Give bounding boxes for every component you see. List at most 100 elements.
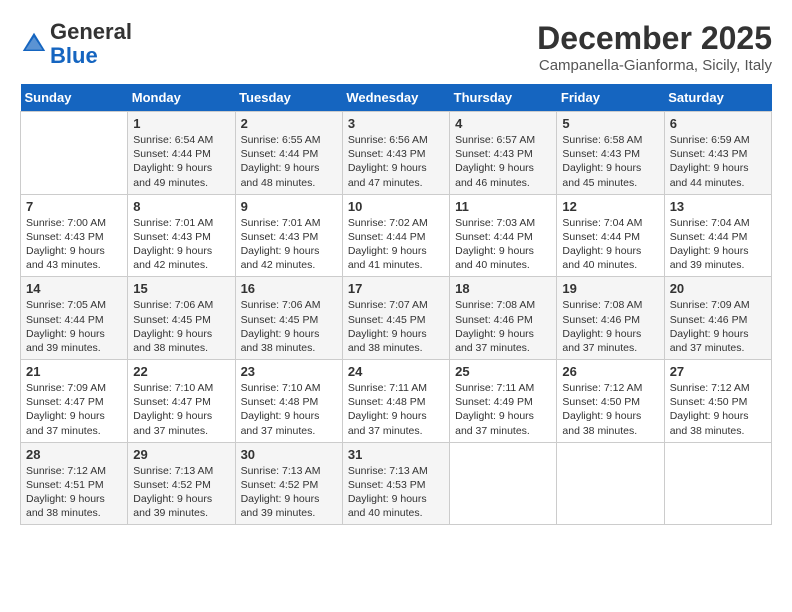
calendar-cell <box>450 442 557 525</box>
calendar-cell: 30Sunrise: 7:13 AM Sunset: 4:52 PM Dayli… <box>235 442 342 525</box>
day-number: 8 <box>133 199 229 214</box>
calendar-week-row: 7 Sunrise: 7:00 AM Sunset: 4:43 PM Daylig… <box>21 194 772 277</box>
day-info: Sunrise: 7:11 AM Sunset: 4:48 PM Dayligh… <box>348 381 444 438</box>
day-info: Sunrise: 7:02 AM Sunset: 4:44 PM Dayligh… <box>348 216 444 273</box>
calendar-cell: 28 Sunrise: 7:12 AM Sunset: 4:51 PM Dayli… <box>21 442 128 525</box>
title-block: December 2025 Campanella-Gianforma, Sici… <box>537 20 772 74</box>
day-number: 15 <box>133 281 229 296</box>
day-info: Sunrise: 7:08 AM Sunset: 4:46 PM Dayligh… <box>455 298 551 355</box>
day-number: 30 <box>241 447 337 462</box>
calendar-cell: 21 Sunrise: 7:09 AM Sunset: 4:47 PM Dayli… <box>21 360 128 443</box>
calendar-cell: 17 Sunrise: 7:07 AM Sunset: 4:45 PM Dayli… <box>342 277 449 360</box>
calendar-cell: 27Sunrise: 7:12 AM Sunset: 4:50 PM Dayli… <box>664 360 771 443</box>
day-info: Sunrise: 7:09 AM Sunset: 4:47 PM Dayligh… <box>26 381 122 438</box>
calendar-body: 1 Sunrise: 6:54 AM Sunset: 4:44 PM Daylig… <box>21 112 772 525</box>
logo-text: General Blue <box>50 20 132 68</box>
weekday-header-wednesday: Wednesday <box>342 84 449 112</box>
day-info: Sunrise: 7:07 AM Sunset: 4:45 PM Dayligh… <box>348 298 444 355</box>
day-info: Sunrise: 7:01 AM Sunset: 4:43 PM Dayligh… <box>133 216 229 273</box>
day-number: 25 <box>455 364 551 379</box>
day-info: Sunrise: 7:05 AM Sunset: 4:44 PM Dayligh… <box>26 298 122 355</box>
day-info: Sunrise: 6:54 AM Sunset: 4:44 PM Dayligh… <box>133 133 229 190</box>
day-number: 3 <box>348 116 444 131</box>
calendar-cell: 10 Sunrise: 7:02 AM Sunset: 4:44 PM Dayli… <box>342 194 449 277</box>
weekday-header-friday: Friday <box>557 84 664 112</box>
calendar-cell <box>21 112 128 195</box>
calendar-cell: 14 Sunrise: 7:05 AM Sunset: 4:44 PM Dayli… <box>21 277 128 360</box>
day-number: 21 <box>26 364 122 379</box>
day-info: Sunrise: 7:13 AM Sunset: 4:52 PM Dayligh… <box>133 464 229 521</box>
day-number: 2 <box>241 116 337 131</box>
weekday-header-tuesday: Tuesday <box>235 84 342 112</box>
calendar-cell: 8 Sunrise: 7:01 AM Sunset: 4:43 PM Daylig… <box>128 194 235 277</box>
month-title: December 2025 <box>537 20 772 57</box>
weekday-header-saturday: Saturday <box>664 84 771 112</box>
page-header: General Blue December 2025 Campanella-Gi… <box>20 20 772 74</box>
weekday-header-thursday: Thursday <box>450 84 557 112</box>
day-info: Sunrise: 7:10 AM Sunset: 4:48 PM Dayligh… <box>241 381 337 438</box>
calendar-week-row: 14 Sunrise: 7:05 AM Sunset: 4:44 PM Dayli… <box>21 277 772 360</box>
calendar-cell: 16 Sunrise: 7:06 AM Sunset: 4:45 PM Dayli… <box>235 277 342 360</box>
day-number: 28 <box>26 447 122 462</box>
day-info: Sunrise: 6:57 AM Sunset: 4:43 PM Dayligh… <box>455 133 551 190</box>
calendar-cell: 1 Sunrise: 6:54 AM Sunset: 4:44 PM Daylig… <box>128 112 235 195</box>
day-number: 14 <box>26 281 122 296</box>
day-number: 1 <box>133 116 229 131</box>
calendar-cell: 4 Sunrise: 6:57 AM Sunset: 4:43 PM Daylig… <box>450 112 557 195</box>
calendar-week-row: 21 Sunrise: 7:09 AM Sunset: 4:47 PM Dayli… <box>21 360 772 443</box>
day-number: 6 <box>670 116 766 131</box>
day-number: 19 <box>562 281 658 296</box>
day-info: Sunrise: 7:10 AM Sunset: 4:47 PM Dayligh… <box>133 381 229 438</box>
calendar-week-row: 1 Sunrise: 6:54 AM Sunset: 4:44 PM Daylig… <box>21 112 772 195</box>
day-info: Sunrise: 7:09 AM Sunset: 4:46 PM Dayligh… <box>670 298 766 355</box>
day-info: Sunrise: 7:06 AM Sunset: 4:45 PM Dayligh… <box>133 298 229 355</box>
day-info: Sunrise: 7:00 AM Sunset: 4:43 PM Dayligh… <box>26 216 122 273</box>
calendar-cell: 20Sunrise: 7:09 AM Sunset: 4:46 PM Dayli… <box>664 277 771 360</box>
day-info: Sunrise: 7:12 AM Sunset: 4:51 PM Dayligh… <box>26 464 122 521</box>
day-number: 29 <box>133 447 229 462</box>
weekday-header-sunday: Sunday <box>21 84 128 112</box>
logo-icon <box>20 30 48 58</box>
calendar-cell: 7 Sunrise: 7:00 AM Sunset: 4:43 PM Daylig… <box>21 194 128 277</box>
day-number: 7 <box>26 199 122 214</box>
day-info: Sunrise: 7:04 AM Sunset: 4:44 PM Dayligh… <box>562 216 658 273</box>
day-number: 23 <box>241 364 337 379</box>
day-number: 18 <box>455 281 551 296</box>
day-number: 12 <box>562 199 658 214</box>
calendar-cell: 9 Sunrise: 7:01 AM Sunset: 4:43 PM Daylig… <box>235 194 342 277</box>
calendar-cell: 6Sunrise: 6:59 AM Sunset: 4:43 PM Daylig… <box>664 112 771 195</box>
day-number: 24 <box>348 364 444 379</box>
calendar-cell: 22Sunrise: 7:10 AM Sunset: 4:47 PM Dayli… <box>128 360 235 443</box>
day-number: 16 <box>241 281 337 296</box>
day-number: 26 <box>562 364 658 379</box>
calendar-cell: 31Sunrise: 7:13 AM Sunset: 4:53 PM Dayli… <box>342 442 449 525</box>
day-number: 13 <box>670 199 766 214</box>
day-number: 5 <box>562 116 658 131</box>
day-number: 10 <box>348 199 444 214</box>
day-info: Sunrise: 7:08 AM Sunset: 4:46 PM Dayligh… <box>562 298 658 355</box>
calendar-cell: 29 Sunrise: 7:13 AM Sunset: 4:52 PM Dayli… <box>128 442 235 525</box>
calendar-cell: 15 Sunrise: 7:06 AM Sunset: 4:45 PM Dayli… <box>128 277 235 360</box>
day-info: Sunrise: 7:03 AM Sunset: 4:44 PM Dayligh… <box>455 216 551 273</box>
calendar-cell: 24 Sunrise: 7:11 AM Sunset: 4:48 PM Dayli… <box>342 360 449 443</box>
calendar-cell: 2 Sunrise: 6:55 AM Sunset: 4:44 PM Daylig… <box>235 112 342 195</box>
day-number: 31 <box>348 447 444 462</box>
day-info: Sunrise: 7:01 AM Sunset: 4:43 PM Dayligh… <box>241 216 337 273</box>
day-number: 9 <box>241 199 337 214</box>
day-info: Sunrise: 6:55 AM Sunset: 4:44 PM Dayligh… <box>241 133 337 190</box>
calendar-cell: 18 Sunrise: 7:08 AM Sunset: 4:46 PM Dayli… <box>450 277 557 360</box>
weekday-header-row: SundayMondayTuesdayWednesdayThursdayFrid… <box>21 84 772 112</box>
calendar-cell <box>557 442 664 525</box>
calendar-cell: 25Sunrise: 7:11 AM Sunset: 4:49 PM Dayli… <box>450 360 557 443</box>
day-number: 11 <box>455 199 551 214</box>
day-number: 17 <box>348 281 444 296</box>
calendar-cell: 11 Sunrise: 7:03 AM Sunset: 4:44 PM Dayli… <box>450 194 557 277</box>
day-number: 4 <box>455 116 551 131</box>
calendar-table: SundayMondayTuesdayWednesdayThursdayFrid… <box>20 84 772 525</box>
day-info: Sunrise: 6:58 AM Sunset: 4:43 PM Dayligh… <box>562 133 658 190</box>
weekday-header-monday: Monday <box>128 84 235 112</box>
calendar-cell: 12 Sunrise: 7:04 AM Sunset: 4:44 PM Dayli… <box>557 194 664 277</box>
location: Campanella-Gianforma, Sicily, Italy <box>537 57 772 74</box>
calendar-cell: 5 Sunrise: 6:58 AM Sunset: 4:43 PM Daylig… <box>557 112 664 195</box>
day-info: Sunrise: 7:06 AM Sunset: 4:45 PM Dayligh… <box>241 298 337 355</box>
